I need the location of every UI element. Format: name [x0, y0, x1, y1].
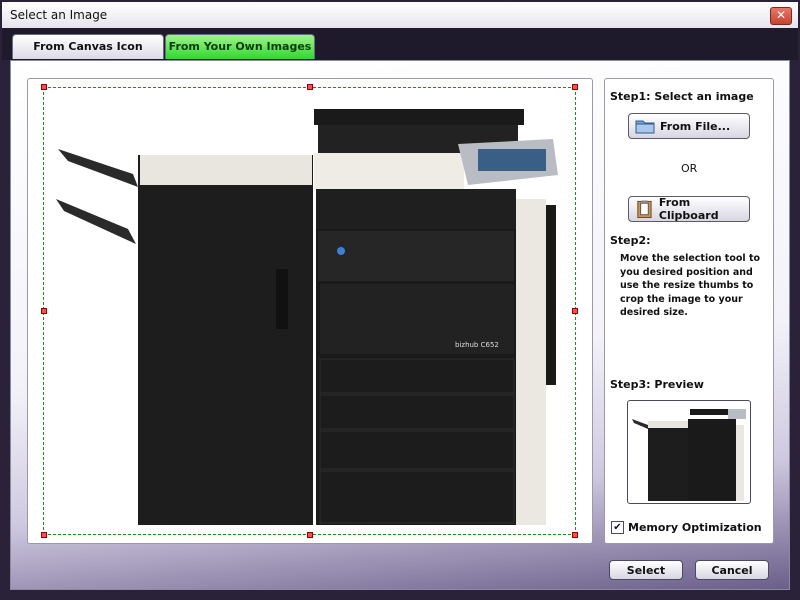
step3-label: Step3: Preview [610, 378, 704, 391]
resize-handle-bottom-right[interactable] [572, 532, 578, 538]
tab-strip: From Canvas Icon Library From Your Own I… [2, 28, 798, 77]
from-file-button[interactable]: From File... [628, 113, 750, 139]
from-clipboard-button[interactable]: From Clipboard [628, 196, 750, 222]
from-file-label: From File... [660, 119, 731, 133]
cancel-button[interactable]: Cancel [695, 560, 769, 580]
tab-canvas-icon-library[interactable]: From Canvas Icon Library [12, 34, 164, 77]
from-clipboard-label: From Clipboard [658, 196, 719, 222]
clipboard-icon [637, 200, 652, 219]
resize-handle-bottom-left[interactable] [41, 532, 47, 538]
resize-handle-top-left[interactable] [41, 84, 47, 90]
tab-your-own-images[interactable]: From Your Own Images [165, 34, 315, 59]
or-label: OR [681, 162, 698, 175]
select-button[interactable]: Select [609, 560, 683, 580]
window-title: Select an Image [10, 8, 108, 22]
step1-label: Step1: Select an image [610, 90, 754, 103]
folder-icon [635, 120, 655, 134]
resize-handle-top-center[interactable] [307, 84, 313, 90]
resize-handle-middle-right[interactable] [572, 308, 578, 314]
title-bar: Select an Image ✕ [2, 2, 798, 29]
resize-handle-middle-left[interactable] [41, 308, 47, 314]
selection-rectangle[interactable] [43, 87, 576, 535]
step2-description: Move the selection tool to you desired p… [620, 253, 761, 318]
memory-optimization-checkbox[interactable]: ✔ [611, 521, 624, 534]
preview-thumbnail [627, 400, 751, 504]
step2-label: Step2: [610, 234, 651, 247]
resize-handle-bottom-center[interactable] [307, 532, 313, 538]
memory-optimization-label: Memory Optimization [628, 521, 762, 534]
preview-image [632, 409, 746, 501]
resize-handle-top-right[interactable] [572, 84, 578, 90]
close-button[interactable]: ✕ [770, 7, 792, 25]
select-image-dialog: Select an Image ✕ From Canvas Icon Libra… [0, 0, 800, 600]
